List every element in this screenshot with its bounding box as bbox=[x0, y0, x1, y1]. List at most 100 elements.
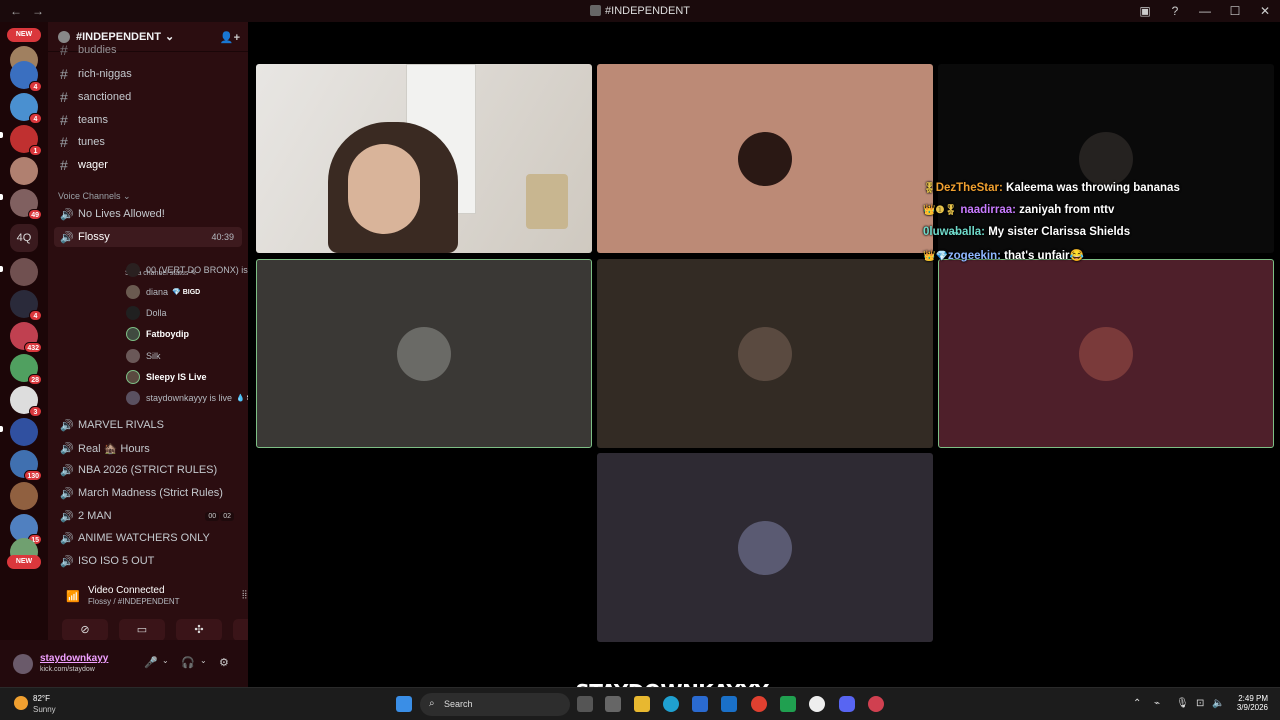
voice-user[interactable]: diana💎 BIGD▶ bbox=[126, 282, 248, 302]
channel-item[interactable]: # tunes bbox=[54, 132, 242, 152]
server-icon[interactable]: 1 bbox=[10, 125, 42, 156]
app-icon[interactable] bbox=[868, 696, 884, 712]
channel-item[interactable]: # buddies bbox=[54, 44, 242, 56]
channel-item[interactable]: # sanctioned bbox=[54, 87, 242, 107]
voice-user[interactable]: Dolla⊘ bbox=[126, 303, 248, 323]
server-icon[interactable]: 130 bbox=[10, 450, 42, 481]
server-icon[interactable]: 3 bbox=[10, 386, 42, 417]
task-view-icon[interactable] bbox=[577, 696, 593, 712]
screen-share-button[interactable]: ▭ bbox=[119, 619, 165, 641]
video-tile[interactable] bbox=[597, 64, 933, 253]
voice-channel-item[interactable]: 🔊 ANIME WATCHERS ONLY bbox=[54, 528, 242, 548]
speaker-icon: 🔊 bbox=[60, 419, 74, 432]
obs-icon[interactable] bbox=[809, 696, 825, 712]
speaker-icon: 🔊 bbox=[60, 464, 74, 477]
signal-icon[interactable]: 📶 bbox=[66, 590, 80, 603]
forward-arrow-icon[interactable]: → bbox=[32, 4, 44, 18]
voice-user[interactable]: 00 (VERT DO BRONX) is live bbox=[126, 260, 248, 280]
channel-item[interactable]: # rich-niggas bbox=[54, 64, 242, 84]
voice-channel-item[interactable]: 🔊 NBA 2026 (STRICT RULES) bbox=[54, 460, 242, 480]
server-icon[interactable] bbox=[10, 482, 38, 510]
server-icon[interactable]: 4 bbox=[10, 93, 42, 124]
store-icon[interactable] bbox=[692, 696, 708, 712]
user-panel: staydownkayy kick.com/staydow 🎤 ⌄ 🎧 ⌄ ⚙ bbox=[0, 640, 248, 687]
chevron-down-icon[interactable]: ⌄ bbox=[162, 656, 169, 665]
voice-channel-item[interactable]: 🔊 Real 🏚️ Hours bbox=[54, 438, 242, 458]
channel-item[interactable]: # teams bbox=[54, 110, 242, 130]
new-badge: NEW bbox=[7, 28, 41, 42]
voice-status: Video Connected bbox=[88, 585, 165, 596]
voice-channel-item[interactable]: 🔊 MARVEL RIVALS bbox=[54, 415, 242, 435]
network-icon[interactable]: ⌁ bbox=[1154, 698, 1160, 709]
voice-user[interactable]: Fatboydip bbox=[126, 324, 248, 344]
voice-user[interactable]: Sleepy IS Live bbox=[126, 367, 248, 387]
channel-item[interactable]: # wager bbox=[54, 155, 242, 175]
voice-user[interactable]: staydownkayyy is live💧 SDG bbox=[126, 388, 248, 408]
microphone-icon[interactable]: 🎙 bbox=[1176, 698, 1189, 709]
voice-channel-item[interactable]: 🔊 March Madness (Strict Rules) bbox=[54, 483, 242, 503]
video-tile[interactable] bbox=[597, 453, 933, 642]
file-explorer-icon[interactable] bbox=[634, 696, 650, 712]
server-icon[interactable] bbox=[10, 258, 38, 286]
chevron-down-icon: ⌄ bbox=[164, 31, 175, 43]
mention-badge: 4 bbox=[29, 310, 42, 321]
voice-category[interactable]: Voice Channels ⌄ bbox=[58, 191, 131, 202]
voice-channel-item[interactable]: 🔊 ISO ISO 5 OUT bbox=[54, 551, 242, 571]
voice-channel-item[interactable]: 🔊 No Lives Allowed! bbox=[54, 204, 242, 224]
server-icon[interactable]: 4 bbox=[10, 290, 42, 321]
title-bar: ← → #INDEPENDENT ▣ ? — ☐ ✕ bbox=[0, 0, 1280, 22]
windows-start-icon[interactable] bbox=[396, 696, 412, 712]
minimize-button[interactable]: — bbox=[1190, 4, 1220, 18]
volume-icon[interactable]: 🔈 bbox=[1212, 698, 1224, 709]
taskbar: 82°F Sunny ⌕ Search ⌃ ⌁ 🎙 ⊡ 🔈 2:49 PM 3/… bbox=[0, 687, 1280, 720]
username[interactable]: staydownkayy bbox=[40, 653, 108, 664]
server-icon[interactable]: 49 bbox=[10, 189, 42, 220]
voice-channel-item[interactable]: 🔊 2 MAN 00 02 bbox=[54, 506, 242, 526]
channel-sidebar: #INDEPENDENT ⌄ 👤+ # buddies # rich-niggas … bbox=[48, 22, 248, 687]
voice-channel-item-active[interactable]: 🔊 Flossy 40:39 bbox=[54, 227, 242, 247]
mention-badge: 4 bbox=[29, 113, 42, 124]
microphone-icon[interactable]: 🎤 bbox=[144, 656, 158, 669]
chevron-up-icon[interactable]: ⌃ bbox=[1133, 698, 1141, 709]
voice-user[interactable]: Silk bbox=[126, 346, 248, 366]
avatar bbox=[1079, 326, 1133, 381]
server-icon[interactable]: 4 bbox=[10, 61, 42, 92]
avatar bbox=[126, 349, 140, 363]
add-member-icon[interactable]: 👤+ bbox=[220, 31, 240, 44]
close-button[interactable]: ✕ bbox=[1250, 4, 1280, 18]
server-icon-text[interactable]: 4Q bbox=[10, 224, 38, 252]
avatar bbox=[738, 520, 792, 575]
chevron-down-icon[interactable]: ⌄ bbox=[200, 656, 207, 665]
search-input[interactable]: ⌕ Search bbox=[420, 693, 570, 716]
server-icon[interactable]: 432 bbox=[10, 322, 42, 353]
help-icon[interactable]: ? bbox=[1160, 4, 1190, 18]
headphones-icon[interactable]: 🎧 bbox=[181, 656, 195, 669]
outlook-icon[interactable] bbox=[721, 696, 737, 712]
inbox-icon[interactable]: ▣ bbox=[1130, 4, 1160, 18]
maximize-button[interactable]: ☐ bbox=[1220, 4, 1250, 18]
app-icon[interactable] bbox=[605, 696, 621, 712]
chrome-icon[interactable] bbox=[751, 696, 767, 712]
app-icon[interactable] bbox=[780, 696, 796, 712]
wifi-icon[interactable]: ⊡ bbox=[1196, 698, 1204, 709]
edge-icon[interactable] bbox=[663, 696, 679, 712]
server-icon[interactable]: 28 bbox=[10, 354, 42, 385]
video-tile-speaking[interactable] bbox=[938, 259, 1274, 448]
camera-toggle-button[interactable]: ⊘ bbox=[62, 619, 108, 641]
hash-icon: # bbox=[60, 112, 68, 128]
soundboard-button[interactable]: ♪ bbox=[233, 619, 248, 641]
voice-location[interactable]: Flossy / #INDEPENDENT bbox=[88, 597, 180, 606]
activities-button[interactable]: ✣ bbox=[176, 619, 222, 641]
noise-suppression-icon[interactable]: ⦙⦙ bbox=[242, 589, 247, 602]
video-tile[interactable] bbox=[597, 259, 933, 448]
server-icon[interactable] bbox=[10, 418, 38, 446]
clock[interactable]: 2:49 PM 3/9/2026 bbox=[1228, 694, 1268, 712]
hash-icon: # bbox=[60, 44, 68, 56]
back-arrow-icon[interactable]: ← bbox=[10, 4, 22, 18]
server-icon[interactable] bbox=[10, 157, 38, 185]
gear-icon[interactable]: ⚙ bbox=[219, 656, 229, 669]
video-tile-live[interactable] bbox=[256, 64, 592, 253]
discord-icon[interactable] bbox=[839, 696, 855, 712]
video-tile-speaking[interactable] bbox=[256, 259, 592, 448]
avatar[interactable] bbox=[13, 654, 33, 674]
